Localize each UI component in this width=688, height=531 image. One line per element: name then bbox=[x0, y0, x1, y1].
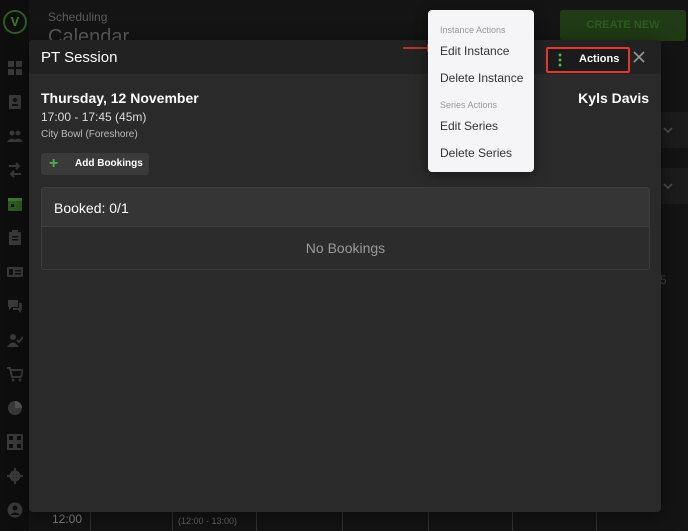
grid-divider bbox=[342, 512, 343, 531]
grid-divider bbox=[596, 512, 597, 531]
event-time: 17:00 - 17:45 (45m) bbox=[41, 110, 147, 124]
grid-divider bbox=[172, 512, 173, 531]
calendar-icon[interactable] bbox=[7, 196, 23, 212]
series-actions-heading: Series Actions bbox=[440, 100, 498, 110]
day-number: 5 bbox=[660, 273, 667, 287]
staff-name: Kyls Davis bbox=[578, 90, 649, 106]
bookings-panel: Booked: 0/1 No Bookings bbox=[41, 187, 650, 270]
grid-divider bbox=[428, 512, 429, 531]
pie-chart-icon[interactable] bbox=[7, 400, 23, 416]
user-check-icon[interactable] bbox=[7, 332, 23, 348]
chevron-down-icon bbox=[663, 183, 673, 190]
cart-icon[interactable] bbox=[7, 366, 23, 382]
grid-icon[interactable] bbox=[7, 434, 23, 450]
people-icon[interactable] bbox=[7, 128, 23, 144]
close-icon[interactable] bbox=[631, 49, 647, 65]
booked-count: Booked: 0/1 bbox=[54, 200, 129, 216]
grid-divider bbox=[512, 512, 513, 531]
dashboard-icon[interactable] bbox=[7, 60, 23, 76]
account-icon[interactable] bbox=[7, 502, 23, 518]
create-new-button[interactable]: CREATE NEW bbox=[560, 10, 686, 41]
empty-bookings-message: No Bookings bbox=[305, 240, 386, 256]
session-modal: PT Session Actions Thursday, 12 November… bbox=[29, 40, 661, 512]
time-slot-label: (12:00 - 13:00) bbox=[178, 516, 238, 526]
chevron-down-icon bbox=[663, 127, 673, 134]
app-logo: V bbox=[3, 10, 27, 34]
event-date: Thursday, 12 November bbox=[41, 90, 199, 106]
bookings-header: Booked: 0/1 bbox=[42, 188, 649, 227]
add-bookings-label: Add Bookings bbox=[75, 158, 143, 169]
chat-icon[interactable] bbox=[7, 298, 23, 314]
plus-icon: + bbox=[49, 155, 59, 172]
actions-dropdown-menu: Instance Actions Edit Instance Delete In… bbox=[428, 10, 534, 172]
actions-button[interactable]: Actions bbox=[546, 47, 630, 73]
edit-series-menu-item[interactable]: Edit Series bbox=[440, 119, 498, 133]
time-label: 12:00 bbox=[52, 512, 83, 526]
id-card-icon[interactable] bbox=[7, 264, 23, 280]
delete-instance-menu-item[interactable]: Delete Instance bbox=[440, 71, 523, 85]
delete-series-menu-item[interactable]: Delete Series bbox=[440, 146, 512, 160]
swap-icon[interactable] bbox=[7, 162, 23, 178]
contacts-icon[interactable] bbox=[7, 94, 23, 110]
add-bookings-button[interactable]: + Add Bookings bbox=[41, 153, 149, 175]
edit-instance-menu-item[interactable]: Edit Instance bbox=[440, 44, 509, 58]
clipboard-icon[interactable] bbox=[7, 230, 23, 246]
instance-actions-heading: Instance Actions bbox=[440, 25, 506, 35]
sidebar: V bbox=[0, 0, 29, 531]
gear-icon[interactable] bbox=[7, 468, 23, 484]
page-subtitle: Scheduling bbox=[48, 10, 108, 24]
actions-label: Actions bbox=[579, 53, 620, 65]
grid-divider bbox=[256, 512, 257, 531]
grid-divider bbox=[90, 512, 91, 531]
kebab-menu-icon bbox=[558, 53, 562, 67]
modal-header: PT Session Actions bbox=[29, 40, 661, 74]
event-location: City Bowl (Foreshore) bbox=[41, 129, 138, 140]
modal-title: PT Session bbox=[41, 49, 118, 66]
